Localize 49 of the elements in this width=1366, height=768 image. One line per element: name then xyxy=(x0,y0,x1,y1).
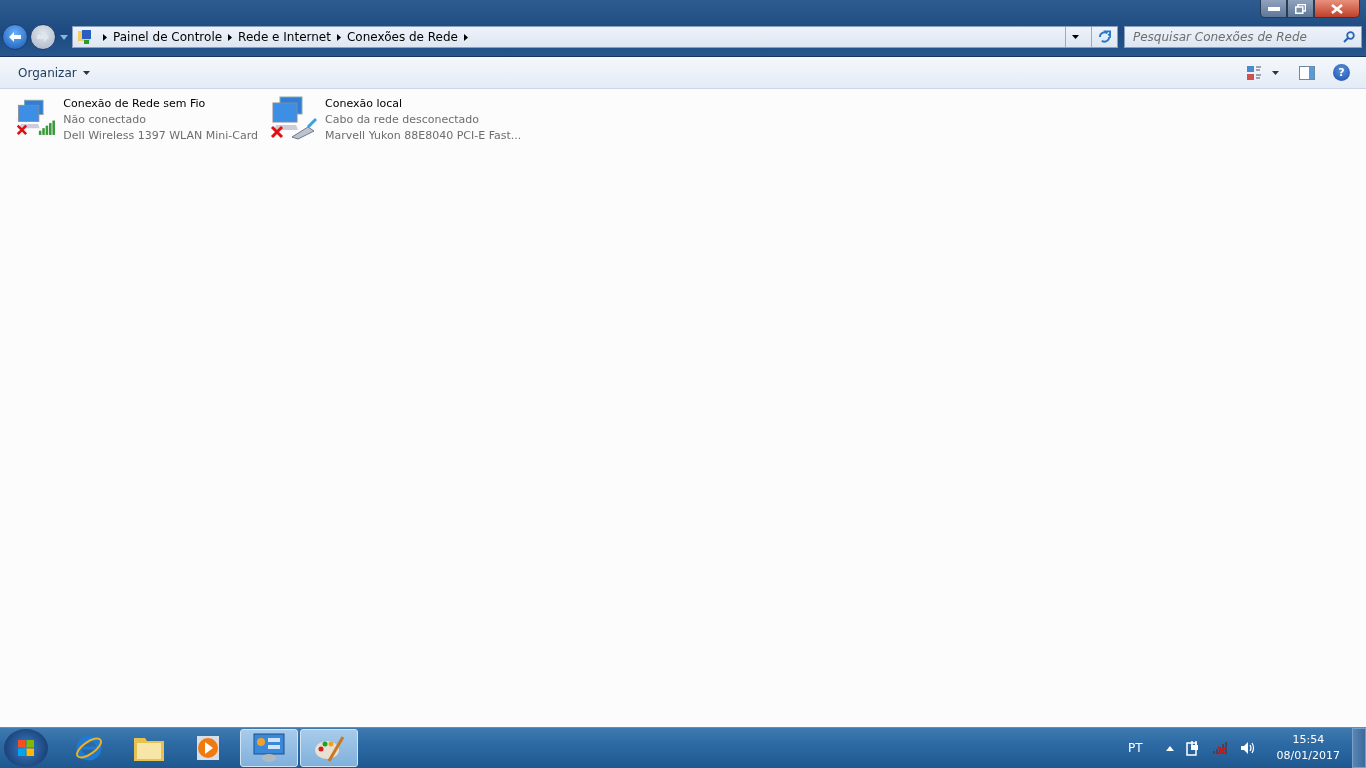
network-computers-icon xyxy=(270,95,320,141)
connection-status: Não conectado xyxy=(63,112,147,128)
chevron-icon[interactable] xyxy=(103,33,107,41)
adapter-name: Dell Wireless 1397 WLAN Mini-Card xyxy=(63,128,258,144)
show-hidden-icons-icon[interactable] xyxy=(1165,745,1174,751)
taskbar-app-button[interactable] xyxy=(240,729,298,767)
forward-button[interactable] xyxy=(30,24,56,50)
connection-name: Conexão local xyxy=(325,96,404,112)
left-arrow-icon xyxy=(8,31,22,43)
restore-button[interactable] xyxy=(1287,0,1314,18)
play-icon xyxy=(196,735,222,761)
input-language-indicator[interactable]: PT xyxy=(1128,741,1143,755)
windows-logo-icon xyxy=(17,739,35,757)
start-button[interactable] xyxy=(4,729,48,767)
chevron-icon[interactable] xyxy=(228,33,233,41)
connection-item[interactable]: Conexão local Cabo da rede desconectado Marvell Yukon 88E8040 PCI-E Fast... xyxy=(270,95,530,144)
address-bar[interactable]: Painel de Controle Rede e Internet Conexões de Rede xyxy=(72,26,1118,48)
caret-icon xyxy=(82,70,90,75)
back-button[interactable] xyxy=(2,24,28,50)
close-icon xyxy=(1331,3,1343,14)
chevron-icon[interactable] xyxy=(464,33,468,41)
search-icon xyxy=(1343,31,1355,43)
recent-pages-icon[interactable] xyxy=(60,34,68,40)
breadcrumb[interactable]: Painel de Controle xyxy=(113,30,223,44)
adapter-name: Marvell Yukon 88E8040 PCI-E Fast... xyxy=(325,128,522,144)
refresh-icon xyxy=(1098,30,1111,44)
speaker-icon[interactable] xyxy=(1239,741,1256,755)
chevron-icon[interactable] xyxy=(336,33,341,41)
connection-name: Conexão de Rede sem Fio xyxy=(63,96,207,112)
view-list-icon xyxy=(1247,64,1279,81)
restore-icon xyxy=(1295,3,1306,14)
minimize-icon xyxy=(1267,6,1280,11)
right-arrow-icon xyxy=(36,31,50,43)
connection-status: Cabo da rede desconectado xyxy=(325,112,480,128)
clock-time[interactable]: 15:54 xyxy=(1292,732,1325,748)
network-folder-icon xyxy=(77,29,93,45)
help-button[interactable]: ? xyxy=(1333,64,1350,81)
control-panel-icon xyxy=(253,733,285,763)
clock-date[interactable]: 08/01/2017 xyxy=(1276,748,1340,764)
breadcrumb[interactable]: Rede e Internet xyxy=(238,30,331,44)
search-field[interactable]: Pesquisar Conexões de Rede xyxy=(1124,26,1362,48)
minimize-button[interactable] xyxy=(1260,0,1287,18)
organize-menu-button[interactable]: Organizar xyxy=(10,61,98,84)
pane-icon xyxy=(1299,65,1315,80)
breadcrumb[interactable]: Conexões de Rede xyxy=(346,30,458,44)
caret-icon xyxy=(1072,35,1079,39)
taskbar-app-button[interactable] xyxy=(300,729,358,767)
connection-item[interactable]: Conexão de Rede sem Fio Não conectado Dell Wireless 1397 WLAN Mini-Card xyxy=(16,95,258,144)
close-button[interactable] xyxy=(1314,0,1360,18)
